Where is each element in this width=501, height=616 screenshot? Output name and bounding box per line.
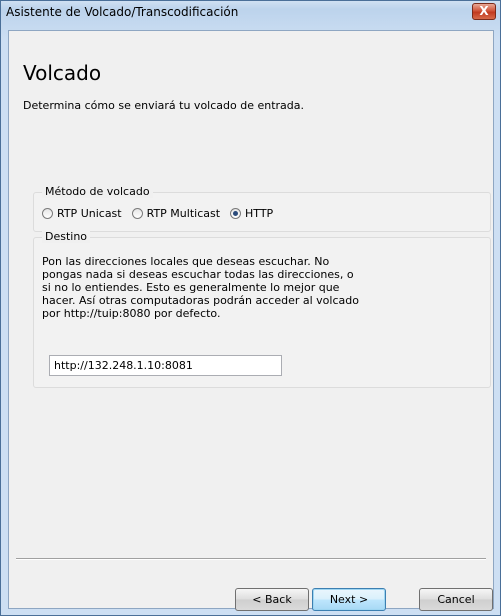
next-button[interactable]: Next > [312, 588, 386, 611]
page-subtitle: Determina cómo se enviará tu volcado de … [23, 99, 305, 112]
radio-rtp-multicast-label[interactable]: RTP Multicast [147, 207, 220, 220]
radio-http-circle[interactable] [230, 208, 242, 219]
wizard-window: Asistente de Volcado/Transcodificación X… [0, 0, 501, 616]
cancel-button[interactable]: Cancel [419, 588, 493, 611]
destination-group: Destino Pon las direcciones locales que … [33, 230, 491, 388]
radio-rtp-unicast[interactable]: RTP Unicast [42, 207, 122, 220]
method-group-legend: Método de volcado [42, 185, 153, 198]
radio-rtp-multicast-circle[interactable] [131, 208, 143, 219]
destination-group-legend: Destino [42, 230, 91, 243]
title-bar[interactable]: Asistente de Volcado/Transcodificación [1, 1, 500, 23]
radio-rtp-multicast[interactable]: RTP Multicast [131, 207, 220, 220]
back-button[interactable]: < Back [235, 588, 309, 611]
radio-http-label[interactable]: HTTP [245, 207, 273, 220]
close-icon: X [479, 4, 489, 18]
footer-divider [16, 558, 486, 560]
page-title: Volcado [23, 61, 102, 85]
radio-rtp-unicast-label[interactable]: RTP Unicast [57, 207, 122, 220]
radio-rtp-unicast-circle[interactable] [42, 208, 53, 219]
window-title: Asistente de Volcado/Transcodificación [6, 5, 239, 19]
destination-address-input[interactable] [49, 355, 282, 376]
wizard-page: Volcado Determina cómo se enviará tu vol… [8, 30, 494, 611]
close-button[interactable]: X [472, 3, 496, 20]
destination-description: Pon las direcciones locales que deseas e… [42, 255, 359, 320]
method-group: Método de volcado RTP Unicast RTP Multic… [33, 185, 491, 232]
radio-http[interactable]: HTTP [230, 207, 273, 220]
method-radio-group: RTP Unicast RTP Multicast HTTP [42, 207, 283, 220]
